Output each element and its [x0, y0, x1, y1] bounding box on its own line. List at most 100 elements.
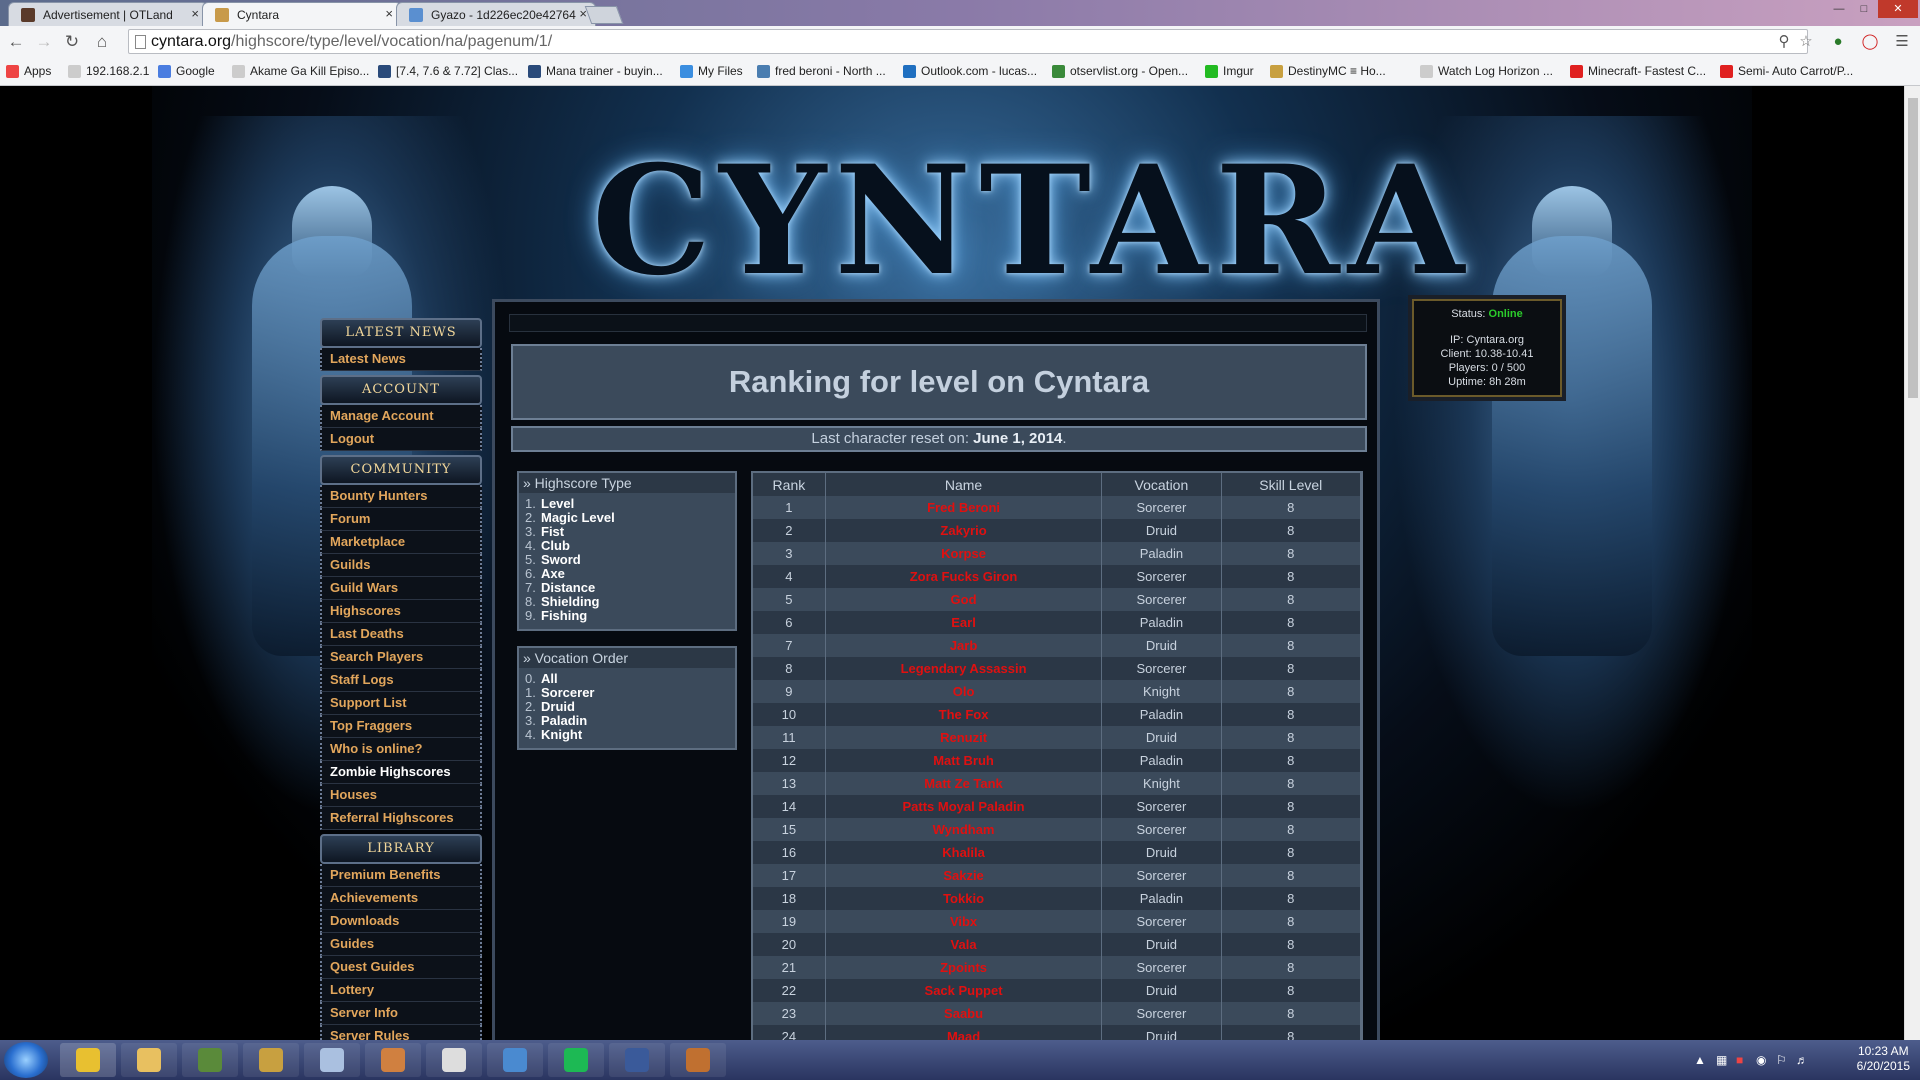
player-name-link[interactable]: Legendary Assassin	[825, 657, 1103, 680]
list-item[interactable]: 2. Magic Level	[525, 511, 735, 525]
antivirus-icon[interactable]: ■	[1736, 1053, 1743, 1067]
sidebar-item-manage-account[interactable]: Manage Account	[320, 405, 482, 428]
player-name-link[interactable]: Matt Ze Tank	[825, 772, 1103, 795]
sidebar-item-support-list[interactable]: Support List	[320, 692, 482, 715]
bookmark-6[interactable]: My Files	[680, 64, 743, 78]
bookmark-10[interactable]: Imgur	[1205, 64, 1254, 78]
new-tab-button[interactable]	[584, 6, 624, 24]
close-tab-icon[interactable]: ×	[191, 6, 199, 21]
player-name-link[interactable]: Matt Bruh	[825, 749, 1103, 772]
player-name-link[interactable]: Zora Fucks Giron	[825, 565, 1103, 588]
extension-icon[interactable]: ●	[1828, 32, 1848, 52]
list-item[interactable]: 3. Paladin	[525, 714, 735, 728]
sidebar-item-marketplace[interactable]: Marketplace	[320, 531, 482, 554]
sidebar-item-guild-wars[interactable]: Guild Wars	[320, 577, 482, 600]
list-item[interactable]: 4. Club	[525, 539, 735, 553]
vertical-scrollbar[interactable]	[1904, 86, 1920, 1040]
tray-expand-icon[interactable]: ▲	[1694, 1053, 1706, 1067]
highscore-type-option[interactable]: Club	[541, 538, 570, 553]
sidebar-item-referral-highscores[interactable]: Referral Highscores	[320, 807, 482, 830]
highscore-type-option[interactable]: Shielding	[541, 594, 600, 609]
list-item[interactable]: 6. Axe	[525, 567, 735, 581]
sidebar-item-bounty-hunters[interactable]: Bounty Hunters	[320, 485, 482, 508]
player-name-link[interactable]: Zakyrio	[825, 519, 1103, 542]
sidebar-item-houses[interactable]: Houses	[320, 784, 482, 807]
tab-1[interactable]: Cyntara ×	[202, 2, 402, 26]
sidebar-item-premium-benefits[interactable]: Premium Benefits	[320, 864, 482, 887]
sidebar-item-who-is-online[interactable]: Who is online?	[320, 738, 482, 761]
list-item[interactable]: 7. Distance	[525, 581, 735, 595]
player-name-link[interactable]: God	[825, 588, 1103, 611]
sidebar-item-quest-guides[interactable]: Quest Guides	[320, 956, 482, 979]
list-item[interactable]: 9. Fishing	[525, 609, 735, 623]
player-name-link[interactable]: The Fox	[825, 703, 1103, 726]
highscore-type-option[interactable]: Distance	[541, 580, 595, 595]
bookmark-1[interactable]: 192.168.2.1	[68, 64, 149, 78]
sidebar-item-downloads[interactable]: Downloads	[320, 910, 482, 933]
bookmark-12[interactable]: Watch Log Horizon ...	[1420, 64, 1553, 78]
player-name-link[interactable]: Patts Moyal Paladin	[825, 795, 1103, 818]
menu-icon[interactable]: ☰	[1892, 32, 1912, 52]
teamspeak-icon[interactable]	[609, 1043, 665, 1077]
tab-2[interactable]: Gyazo - 1d226ec20e42764 ×	[396, 2, 596, 26]
sidebar-item-guides[interactable]: Guides	[320, 933, 482, 956]
column-header[interactable]: Vocation	[1101, 473, 1222, 496]
windows-flag-icon[interactable]: ▦	[1716, 1053, 1727, 1067]
bookmark-7[interactable]: fred beroni - North ...	[757, 64, 886, 78]
forward-icon[interactable]: →	[34, 32, 54, 52]
bookmark-0[interactable]: Apps	[6, 64, 51, 78]
reload-icon[interactable]: ↻	[62, 32, 82, 52]
sidebar-item-server-rules[interactable]: Server Rules	[320, 1025, 482, 1040]
explorer-icon[interactable]	[121, 1043, 177, 1077]
list-item[interactable]: 1. Level	[525, 497, 735, 511]
highscore-type-option[interactable]: Sword	[541, 552, 581, 567]
sidebar-item-staff-logs[interactable]: Staff Logs	[320, 669, 482, 692]
player-name-link[interactable]: Jarb	[825, 634, 1103, 657]
highscore-type-option[interactable]: Level	[541, 496, 574, 511]
minecraft-icon[interactable]	[182, 1043, 238, 1077]
sidebar-item-lottery[interactable]: Lottery	[320, 979, 482, 1002]
sidebar-item-search-players[interactable]: Search Players	[320, 646, 482, 669]
highscore-type-option[interactable]: Axe	[541, 566, 565, 581]
sidebar-item-server-info[interactable]: Server Info	[320, 1002, 482, 1025]
tab-0[interactable]: Advertisement | OTLand ×	[8, 2, 208, 26]
close-tab-icon[interactable]: ×	[385, 6, 393, 21]
action-center-icon[interactable]: ⚐	[1776, 1053, 1787, 1067]
player-name-link[interactable]: Maad	[825, 1025, 1103, 1040]
highscore-type-option[interactable]: Magic Level	[541, 510, 615, 525]
player-name-link[interactable]: Saabu	[825, 1002, 1103, 1025]
player-name-link[interactable]: Vibx	[825, 910, 1103, 933]
network-icon[interactable]: ◉	[1756, 1053, 1766, 1067]
minimize-icon[interactable]: —	[1828, 0, 1850, 18]
calculator-icon[interactable]	[304, 1043, 360, 1077]
player-name-link[interactable]: Renuzit	[825, 726, 1103, 749]
close-window-icon[interactable]: ✕	[1878, 0, 1918, 18]
back-icon[interactable]: ←	[6, 32, 26, 52]
player-name-link[interactable]: Khalila	[825, 841, 1103, 864]
player-name-link[interactable]: Olo	[825, 680, 1103, 703]
player-name-link[interactable]: Vala	[825, 933, 1103, 956]
start-button[interactable]	[4, 1042, 48, 1078]
volume-icon[interactable]: ♬	[1796, 1053, 1808, 1067]
spotify-icon[interactable]	[548, 1043, 604, 1077]
list-item[interactable]: 0. All	[525, 672, 735, 686]
sidebar-item-last-deaths[interactable]: Last Deaths	[320, 623, 482, 646]
player-name-link[interactable]: Wyndham	[825, 818, 1103, 841]
highscore-type-option[interactable]: Fishing	[541, 608, 587, 623]
player-name-link[interactable]: Zpoints	[825, 956, 1103, 979]
player-name-link[interactable]: Sack Puppet	[825, 979, 1103, 1002]
list-item[interactable]: 8. Shielding	[525, 595, 735, 609]
star-icon[interactable]: ☆	[1796, 32, 1816, 52]
list-item[interactable]: 3. Fist	[525, 525, 735, 539]
player-name-link[interactable]: Tokkio	[825, 887, 1103, 910]
column-header[interactable]: Rank	[753, 473, 826, 496]
sidebar-item-top-fraggers[interactable]: Top Fraggers	[320, 715, 482, 738]
player-name-link[interactable]: Sakzie	[825, 864, 1103, 887]
bookmark-8[interactable]: Outlook.com - lucas...	[903, 64, 1037, 78]
key-icon[interactable]: ⚲	[1774, 32, 1794, 52]
bookmark-9[interactable]: otservlist.org - Open...	[1052, 64, 1188, 78]
sidebar-item-achievements[interactable]: Achievements	[320, 887, 482, 910]
bookmark-13[interactable]: Minecraft- Fastest C...	[1570, 64, 1706, 78]
opera-extension-icon[interactable]: ◯	[1860, 32, 1880, 52]
clock[interactable]: 10:23 AM 6/20/2015	[1857, 1044, 1910, 1074]
